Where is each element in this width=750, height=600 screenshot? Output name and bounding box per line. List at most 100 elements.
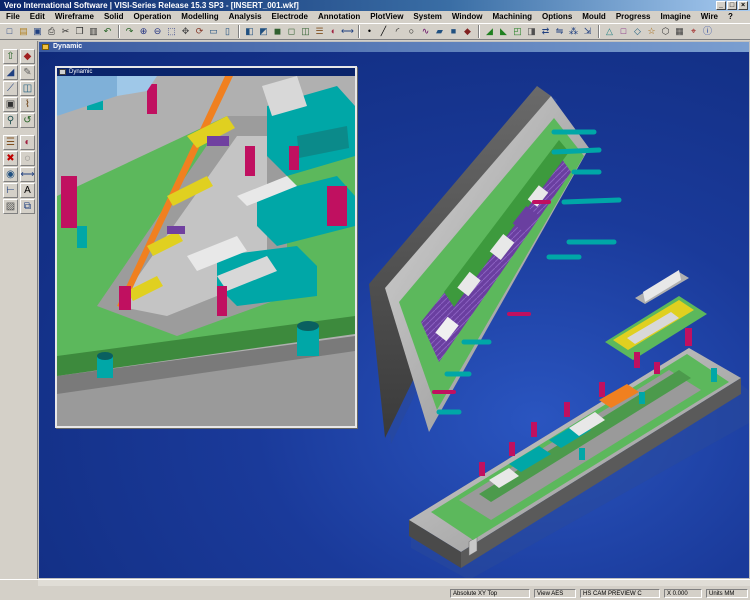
document-title-bar[interactable]: Dynamic <box>39 42 749 52</box>
menu-progress[interactable]: Progress <box>612 11 657 23</box>
show-icon[interactable]: ◉ <box>3 167 18 182</box>
spline-icon[interactable]: ∿ <box>419 25 432 38</box>
dimension-icon[interactable]: ⊢ <box>3 183 18 198</box>
new-icon[interactable]: □ <box>3 25 16 38</box>
color-icon[interactable]: ◐ <box>327 25 340 38</box>
array-icon[interactable]: ⁂ <box>567 25 580 38</box>
square-icon[interactable]: □ <box>617 25 630 38</box>
menu-help[interactable]: ? <box>724 11 739 23</box>
inset-title: Dynamic <box>69 69 93 75</box>
line-icon[interactable]: ╱ <box>377 25 390 38</box>
chamfer-icon[interactable]: ◣ <box>497 25 510 38</box>
menu-edit[interactable]: Edit <box>26 11 51 23</box>
paste-icon[interactable]: ▥ <box>87 25 100 38</box>
3d-viewport[interactable]: Dynamic <box>39 52 749 578</box>
inset-title-bar[interactable]: Dynamic <box>57 68 355 76</box>
scale-icon[interactable]: ⇲ <box>581 25 594 38</box>
view-top-icon[interactable]: ▭ <box>207 25 220 38</box>
cut-icon[interactable]: ✂ <box>59 25 72 38</box>
undo-pick-icon[interactable]: ↺ <box>20 113 35 128</box>
colour-pick-icon[interactable]: ◐ <box>20 135 35 150</box>
view-iso-icon[interactable]: ◩ <box>257 25 270 38</box>
status-cam-preview[interactable]: HS CAM PREVIEW C <box>580 589 660 598</box>
wire-icon[interactable]: ◻ <box>285 25 298 38</box>
hide-icon[interactable]: ◌ <box>20 151 35 166</box>
undo-icon[interactable]: ↶ <box>101 25 114 38</box>
measure-icon[interactable]: ⟷ <box>341 25 354 38</box>
close-button[interactable]: × <box>738 1 748 10</box>
status-view[interactable]: View AES <box>534 589 576 598</box>
print-icon[interactable]: ⎙ <box>45 25 58 38</box>
menu-electrode[interactable]: Electrode <box>268 11 314 23</box>
save-icon[interactable]: ▣ <box>31 25 44 38</box>
pan-icon[interactable]: ✥ <box>179 25 192 38</box>
minimize-button[interactable]: _ <box>716 1 726 10</box>
delete-icon[interactable]: ✖ <box>3 151 18 166</box>
layer-icon[interactable]: ☰ <box>313 25 326 38</box>
menu-options[interactable]: Options <box>538 11 578 23</box>
zoom-window-icon[interactable]: ⬚ <box>165 25 178 38</box>
snap-icon[interactable]: ⌖ <box>687 25 700 38</box>
profile-icon[interactable]: ⌇ <box>20 97 35 112</box>
menu-machining[interactable]: Machining <box>488 11 538 23</box>
open-icon[interactable]: ▤ <box>17 25 30 38</box>
info-icon[interactable]: ⓘ <box>701 25 714 38</box>
zoom-in-icon[interactable]: ⊕ <box>137 25 150 38</box>
section-icon[interactable]: ◨ <box>525 25 538 38</box>
menu-wire[interactable]: Wire <box>697 11 724 23</box>
solid-icon[interactable]: ■ <box>447 25 460 38</box>
menu-wireframe[interactable]: Wireframe <box>51 11 100 23</box>
boolean-icon[interactable]: ◆ <box>461 25 474 38</box>
point-pick-icon[interactable]: ◆ <box>20 49 35 64</box>
inset-viewport-window[interactable]: Dynamic <box>55 66 357 428</box>
hex-icon[interactable]: ⬡ <box>659 25 672 38</box>
face-icon[interactable]: ◫ <box>20 81 35 96</box>
filter-icon[interactable]: ⚲ <box>3 113 18 128</box>
circle-icon[interactable]: ○ <box>405 25 418 38</box>
menu-modelling[interactable]: Modelling <box>177 11 224 23</box>
menu-operation[interactable]: Operation <box>130 11 178 23</box>
menu-window[interactable]: Window <box>448 11 489 23</box>
menu-plotview[interactable]: PlotView <box>366 11 409 23</box>
window-controls: _ □ × <box>716 1 748 10</box>
menu-annotation[interactable]: Annotation <box>314 11 366 23</box>
grid-icon[interactable]: ▦ <box>673 25 686 38</box>
layer-pick-icon[interactable]: ☰ <box>3 135 18 150</box>
body-icon[interactable]: ▣ <box>3 97 18 112</box>
hidden-icon[interactable]: ◫ <box>299 25 312 38</box>
arc-icon[interactable]: ◜ <box>391 25 404 38</box>
copy-icon[interactable]: ❐ <box>73 25 86 38</box>
diamond-icon[interactable]: ◇ <box>631 25 644 38</box>
shade-icon[interactable]: ◼ <box>271 25 284 38</box>
view-side-icon[interactable]: ◧ <box>243 25 256 38</box>
menu-mould[interactable]: Mould <box>578 11 612 23</box>
shell-icon[interactable]: ◰ <box>511 25 524 38</box>
view-front-icon[interactable]: ▯ <box>221 25 234 38</box>
zoom-out-icon[interactable]: ⊖ <box>151 25 164 38</box>
mirror-icon[interactable]: ⇋ <box>553 25 566 38</box>
entity-icon[interactable]: ⟋ <box>3 81 18 96</box>
measure-pick-icon[interactable]: ⟷ <box>20 167 35 182</box>
surface-icon[interactable]: ▰ <box>433 25 446 38</box>
fillet-icon[interactable]: ◢ <box>483 25 496 38</box>
line-pick-icon[interactable]: ◢ <box>3 65 18 80</box>
rotate-icon[interactable]: ⟳ <box>193 25 206 38</box>
arc-pick-icon[interactable]: ✎ <box>20 65 35 80</box>
maximize-button[interactable]: □ <box>727 1 737 10</box>
menu-file[interactable]: File <box>2 11 26 23</box>
star-icon[interactable]: ☆ <box>645 25 658 38</box>
transform-icon[interactable]: ⇄ <box>539 25 552 38</box>
menu-imagine[interactable]: Imagine <box>657 11 697 23</box>
point-icon[interactable]: • <box>363 25 376 38</box>
menu-solid[interactable]: Solid <box>100 11 130 23</box>
triangle-icon[interactable]: △ <box>603 25 616 38</box>
redo-icon[interactable]: ↷ <box>123 25 136 38</box>
group-icon[interactable]: ⧉ <box>20 199 35 214</box>
status-view-mode[interactable]: Absolute XY Top <box>450 589 530 598</box>
text-icon[interactable]: A <box>20 183 35 198</box>
menu-analysis[interactable]: Analysis <box>225 11 268 23</box>
select-icon[interactable]: ⇧ <box>3 49 18 64</box>
hatch-icon[interactable]: ▨ <box>3 199 18 214</box>
menu-system[interactable]: System <box>409 11 447 23</box>
toolbar-separator <box>358 25 360 38</box>
